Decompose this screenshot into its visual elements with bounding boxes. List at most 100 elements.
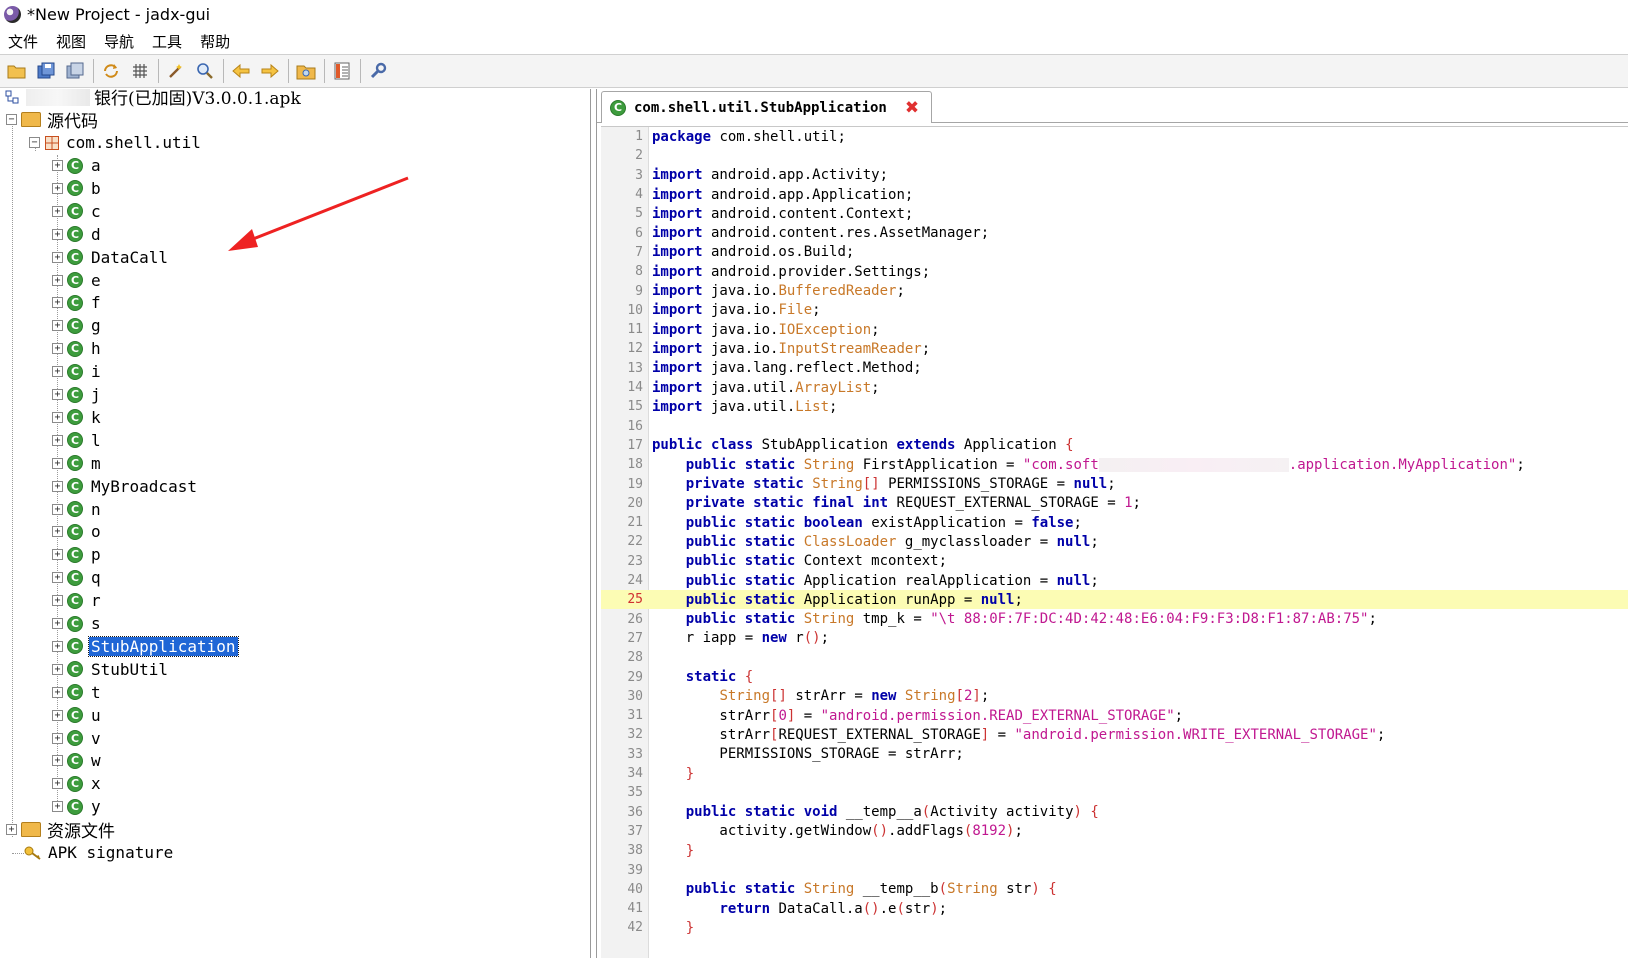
tree-node-label: u <box>91 705 101 725</box>
line-number: 7 <box>635 244 643 260</box>
line-number: 35 <box>627 785 643 801</box>
expand-icon[interactable]: + <box>52 755 63 767</box>
line-number: 22 <box>627 534 643 550</box>
tab-strip: C com.shell.util.StubApplication ✖ <box>597 89 1628 123</box>
tree-node-class[interactable]: + Cs <box>52 612 103 635</box>
expand-icon[interactable]: + <box>52 663 63 675</box>
tree-node-class[interactable]: + Co <box>52 520 103 543</box>
toolbar-separator <box>360 59 361 83</box>
menu-file[interactable]: 文件 <box>6 29 40 54</box>
line-number: 3 <box>635 167 643 183</box>
class-icon: C <box>67 684 83 701</box>
code-line: 16 <box>601 417 1628 436</box>
close-icon[interactable]: ✖ <box>905 98 919 118</box>
code-text: import java.util.List; <box>652 398 838 415</box>
code-text: public static void __temp__a(Activity ac… <box>685 804 1099 821</box>
tree-node-class[interactable]: + Cm <box>52 452 103 475</box>
expand-icon[interactable]: + <box>52 595 63 607</box>
tree-node-resources[interactable]: + 资源文件 <box>6 818 117 842</box>
open-file-icon[interactable] <box>4 58 30 84</box>
tree-node-label: StubApplication <box>88 635 239 657</box>
tree-node-label: m <box>91 453 101 473</box>
tree-node-class[interactable]: + Cr <box>52 589 103 612</box>
menu-view[interactable]: 视图 <box>54 29 88 54</box>
tree-node-class[interactable]: + Cw <box>52 749 103 772</box>
expand-icon[interactable]: + <box>52 434 63 446</box>
tree-node-label: 资源文件 <box>47 822 115 842</box>
code-text: import android.provider.Settings; <box>652 263 931 280</box>
flatten-packages-icon[interactable] <box>127 58 153 84</box>
expand-icon[interactable]: + <box>52 618 63 629</box>
forward-icon[interactable] <box>257 58 283 84</box>
tree-node-class[interactable]: + C StubUtil <box>52 658 170 681</box>
expand-icon[interactable]: + <box>52 801 63 813</box>
tree-node-class[interactable]: + Cu <box>52 704 103 727</box>
expand-icon[interactable]: + <box>52 686 63 698</box>
tree-node-apk-signature[interactable]: APK signature <box>24 841 175 864</box>
expand-icon[interactable]: + <box>52 732 63 744</box>
code-line: 18 public static String FirstApplication… <box>601 455 1628 474</box>
export-icon[interactable] <box>62 58 88 84</box>
code-text: strArr[0] = "android.permission.READ_EXT… <box>652 707 1184 724</box>
preferences-icon[interactable] <box>365 58 391 84</box>
title-bar: *New Project - jadx-gui <box>0 0 1628 28</box>
tree-node-class[interactable]: + Cp <box>52 543 103 566</box>
code-text: import android.app.Activity; <box>652 167 889 184</box>
code-area[interactable]: 1 package com.shell.util; 2 3 import android… <box>601 126 1628 958</box>
line-number: 19 <box>627 476 643 492</box>
back-icon[interactable] <box>228 58 254 84</box>
code-text: static { <box>685 669 754 686</box>
menu-navigation[interactable]: 导航 <box>102 29 136 54</box>
deobfuscation-icon[interactable] <box>293 58 319 84</box>
line-number: 14 <box>627 380 643 396</box>
tree-node-class[interactable]: + Cv <box>52 727 103 750</box>
tree-node-class[interactable]: + Cx <box>52 772 103 795</box>
line-number: 17 <box>627 437 643 453</box>
code-text: public static String __temp__b(String st… <box>685 881 1057 898</box>
toolbar-separator <box>93 59 94 83</box>
expand-icon[interactable]: + <box>6 824 17 835</box>
code-line: 19 private static String[] PERMISSIONS_S… <box>601 474 1628 493</box>
log-viewer-icon[interactable] <box>329 58 355 84</box>
expand-icon[interactable]: + <box>52 411 63 423</box>
expand-icon[interactable]: + <box>52 480 63 492</box>
tree-node-class[interactable]: + Cq <box>52 566 103 589</box>
tree-node-label: StubUtil <box>91 659 169 679</box>
code-text: activity.getWindow().addFlags(8192); <box>652 823 1023 840</box>
code-line: 2 <box>601 146 1628 165</box>
decompile-all-icon[interactable] <box>163 58 189 84</box>
line-number: 34 <box>627 766 643 782</box>
expand-icon[interactable]: + <box>52 640 63 652</box>
expand-icon[interactable]: + <box>52 549 63 561</box>
line-number: 18 <box>627 457 643 473</box>
tree-node-class[interactable]: + Ck <box>52 406 103 429</box>
code-text: import java.io.InputStreamReader; <box>652 340 931 357</box>
expand-icon[interactable]: + <box>52 526 63 538</box>
tree-node-class[interactable]: + Cn <box>52 498 103 521</box>
code-text: public static ClassLoader g_myclassloade… <box>685 533 1099 550</box>
search-icon[interactable] <box>192 58 218 84</box>
tab-stub-application[interactable]: C com.shell.util.StubApplication ✖ <box>601 91 933 123</box>
toolbar <box>0 54 1628 88</box>
tree-node-label: q <box>91 568 101 588</box>
expand-icon[interactable]: + <box>52 389 63 400</box>
menu-tools[interactable]: 工具 <box>150 29 184 54</box>
tree-node-class[interactable]: + C MyBroadcast <box>52 475 199 498</box>
tree-node-label: n <box>91 499 101 519</box>
save-all-icon[interactable] <box>33 58 59 84</box>
code-text: public static Context mcontext; <box>685 553 948 570</box>
sync-icon[interactable] <box>98 58 124 84</box>
code-text: public class StubApplication extends App… <box>652 437 1074 454</box>
tree-node-class[interactable]: + C StubApplication <box>52 635 239 658</box>
tree-node-class[interactable]: + Ct <box>52 681 103 704</box>
expand-icon[interactable]: + <box>52 457 63 469</box>
menu-help[interactable]: 帮助 <box>198 29 232 54</box>
project-tree[interactable]: 银行(已加固)V3.0.0.1.apk − 源代码 − com.shell.ut… <box>0 89 591 958</box>
tree-node-class[interactable]: + Cy <box>52 795 103 818</box>
expand-icon[interactable]: + <box>52 778 63 790</box>
code-line: 1 package com.shell.util; <box>601 127 1628 146</box>
tree-node-class[interactable]: + Cl <box>52 429 103 452</box>
expand-icon[interactable]: + <box>52 709 63 721</box>
expand-icon[interactable]: + <box>52 503 63 515</box>
expand-icon[interactable]: + <box>52 572 63 584</box>
